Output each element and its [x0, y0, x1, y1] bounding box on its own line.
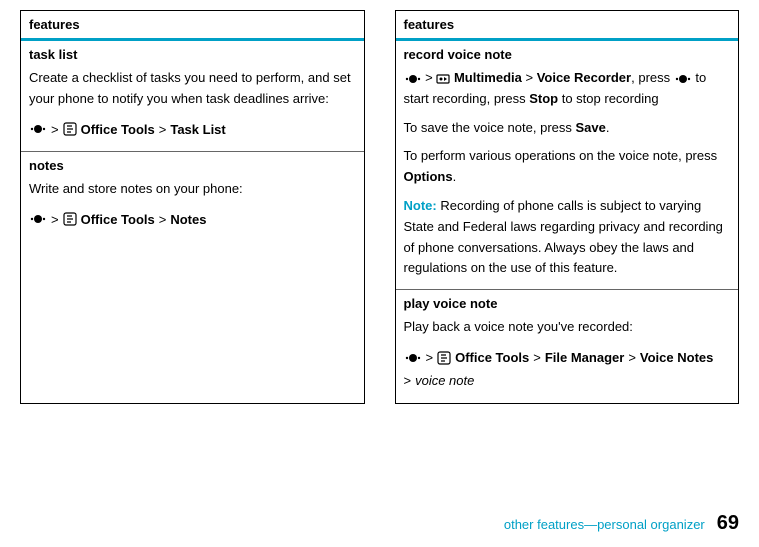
- record-ops-line: To perform various operations on the voi…: [404, 146, 731, 188]
- save-label: Save: [575, 120, 605, 135]
- gt: >: [533, 346, 541, 369]
- gt: >: [51, 208, 59, 231]
- office-tools-icon: [437, 351, 451, 365]
- cell-notes: notes Write and store notes on your phon…: [21, 152, 364, 241]
- cell-task-list: task list Create a checklist of tasks yo…: [21, 41, 364, 152]
- record-title: record voice note: [404, 47, 731, 62]
- notes-title: notes: [29, 158, 356, 173]
- gt: >: [422, 70, 437, 85]
- footer-page-number: 69: [717, 512, 739, 535]
- menu-voice-recorder: Voice Recorder: [537, 70, 631, 85]
- gt: >: [522, 70, 537, 85]
- text: .: [453, 169, 457, 184]
- gt: >: [628, 346, 636, 369]
- menu-notes: Notes: [170, 208, 206, 231]
- options-label: Options: [404, 169, 453, 184]
- gt: >: [404, 369, 412, 392]
- play-title: play voice note: [404, 296, 731, 311]
- left-header: features: [21, 11, 364, 41]
- menu-office-tools: Office Tools: [455, 346, 529, 369]
- play-path-2: > voice note: [404, 369, 731, 392]
- right-column: features record voice note > Multimedia …: [395, 10, 740, 404]
- menu-file-manager: File Manager: [545, 346, 624, 369]
- voice-note-item: voice note: [415, 369, 474, 392]
- gt: >: [159, 208, 167, 231]
- play-path: > Office Tools > File Manager > Voice No…: [404, 346, 731, 369]
- notes-path: > Office Tools > Notes: [29, 208, 356, 231]
- cell-play-voice: play voice note Play back a voice note y…: [396, 290, 739, 403]
- task-list-title: task list: [29, 47, 356, 62]
- menu-office-tools: Office Tools: [81, 118, 155, 141]
- menu-task-list: Task List: [170, 118, 225, 141]
- record-save-line: To save the voice note, press Save.: [404, 118, 731, 139]
- center-key-icon: [29, 213, 47, 225]
- notes-desc: Write and store notes on your phone:: [29, 179, 356, 200]
- center-key-icon: [29, 123, 47, 135]
- page-columns: features task list Create a checklist of…: [0, 0, 759, 404]
- gt: >: [426, 346, 434, 369]
- text: to stop recording: [558, 91, 658, 106]
- office-tools-icon: [63, 122, 77, 136]
- gt: >: [51, 118, 59, 141]
- multimedia-icon: [436, 72, 450, 86]
- menu-voice-notes: Voice Notes: [640, 346, 713, 369]
- menu-office-tools: Office Tools: [81, 208, 155, 231]
- gt: >: [159, 118, 167, 141]
- text: To perform various operations on the voi…: [404, 148, 718, 163]
- center-key-icon: [674, 73, 692, 85]
- note-label: Note:: [404, 198, 441, 213]
- stop-label: Stop: [529, 91, 558, 106]
- page-footer: other features—personal organizer 69: [504, 512, 739, 535]
- record-path-line: > Multimedia > Voice Recorder, press to …: [404, 68, 731, 110]
- task-list-desc: Create a checklist of tasks you need to …: [29, 68, 356, 110]
- text: , press: [631, 70, 674, 85]
- text: .: [606, 120, 610, 135]
- center-key-icon: [404, 352, 422, 364]
- menu-multimedia: Multimedia: [454, 70, 522, 85]
- play-desc: Play back a voice note you've recorded:: [404, 317, 731, 338]
- footer-section: other features—personal organizer: [504, 517, 705, 532]
- center-key-icon: [404, 73, 422, 85]
- cell-record-voice: record voice note > Multimedia > Voice R…: [396, 41, 739, 290]
- text: To save the voice note, press: [404, 120, 576, 135]
- note-text: Recording of phone calls is subject to v…: [404, 198, 723, 275]
- office-tools-icon: [63, 212, 77, 226]
- left-column: features task list Create a checklist of…: [20, 10, 365, 404]
- right-header: features: [396, 11, 739, 41]
- record-note-line: Note: Recording of phone calls is subjec…: [404, 196, 731, 279]
- task-list-path: > Office Tools > Task List: [29, 118, 356, 141]
